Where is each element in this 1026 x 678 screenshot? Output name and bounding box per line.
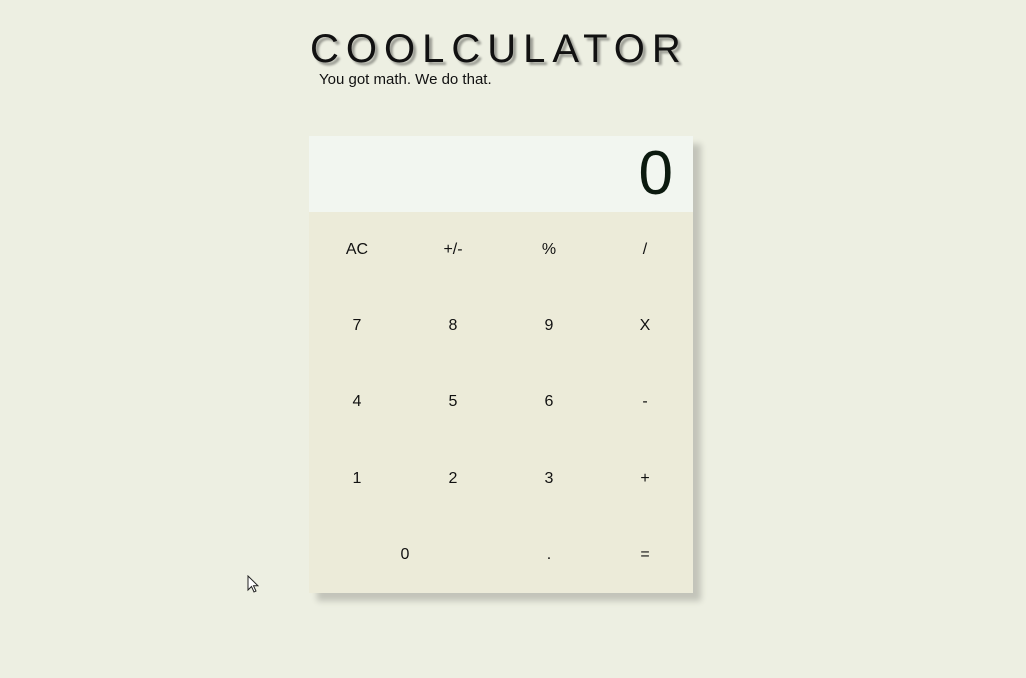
add-button[interactable]: + <box>597 441 693 517</box>
percent-button[interactable]: % <box>501 212 597 288</box>
calculator-display: 0 <box>309 136 693 212</box>
display-value: 0 <box>638 139 673 208</box>
digit-1-button[interactable]: 1 <box>309 441 405 517</box>
subtract-button[interactable]: - <box>597 364 693 440</box>
keypad: AC +/- % / 7 8 9 X 4 5 6 - 1 2 3 + 0 . = <box>309 212 693 593</box>
digit-0-button[interactable]: 0 <box>309 517 501 593</box>
digit-5-button[interactable]: 5 <box>405 364 501 440</box>
digit-8-button[interactable]: 8 <box>405 288 501 364</box>
multiply-button[interactable]: X <box>597 288 693 364</box>
app-title: COOLCULATOR <box>310 27 688 71</box>
mouse-pointer-icon <box>247 575 259 593</box>
toggle-sign-button[interactable]: +/- <box>405 212 501 288</box>
divide-button[interactable]: / <box>597 212 693 288</box>
app-subtitle: You got math. We do that. <box>319 71 492 88</box>
digit-7-button[interactable]: 7 <box>309 288 405 364</box>
decimal-button[interactable]: . <box>501 517 597 593</box>
clear-button[interactable]: AC <box>309 212 405 288</box>
digit-9-button[interactable]: 9 <box>501 288 597 364</box>
digit-2-button[interactable]: 2 <box>405 441 501 517</box>
calculator: 0 AC +/- % / 7 8 9 X 4 5 6 - 1 2 3 + 0 .… <box>309 136 693 593</box>
digit-6-button[interactable]: 6 <box>501 364 597 440</box>
equals-button[interactable]: = <box>597 517 693 593</box>
digit-4-button[interactable]: 4 <box>309 364 405 440</box>
digit-3-button[interactable]: 3 <box>501 441 597 517</box>
